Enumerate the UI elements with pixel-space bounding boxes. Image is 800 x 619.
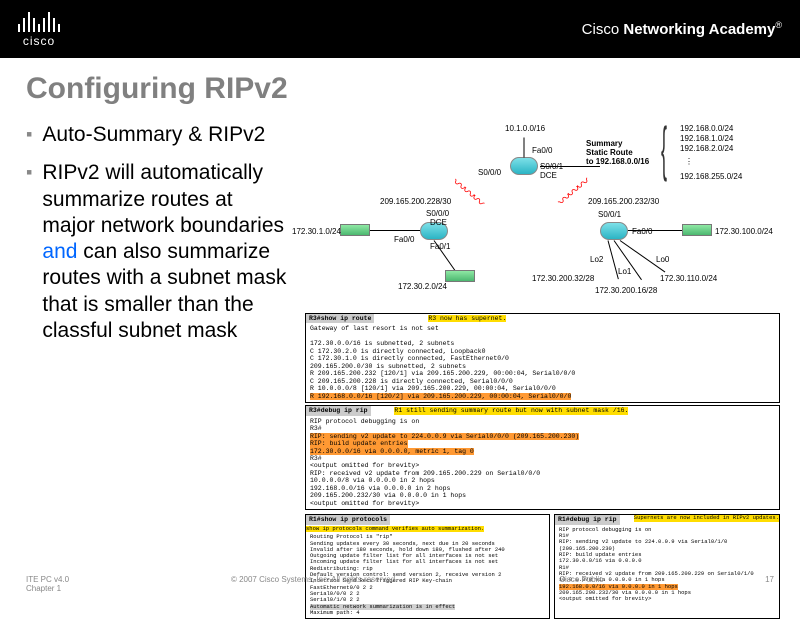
term1-line: Gateway of last resort is not set — [310, 325, 775, 332]
terminal-debug-rip-r1: Supernets are now included in RIPv2 upda… — [554, 514, 780, 619]
label-dce: DCE — [540, 171, 557, 180]
router-r3-icon — [600, 222, 628, 240]
serial-link-left-icon: 〰〰〰 — [448, 173, 488, 211]
bullet-2: ▪ RIPv2 will automatically summarize rou… — [26, 160, 290, 344]
cisco-brand-text: cisco — [23, 34, 55, 48]
term2-line: 192.168.0.0/16 via 0.0.0.0 in 2 hops — [310, 485, 775, 492]
slide-footer: ITE PC v4.0 Chapter 1 © 2007 Cisco Syste… — [0, 575, 800, 594]
term1-cmd: R3#show ip route — [306, 314, 374, 323]
term1-line-hl: R 192.168.0.0/16 [120/2] via 209.165.200… — [310, 393, 571, 400]
slide-header: cisco Cisco Networking Academy® — [0, 0, 800, 58]
term1-line: C 209.165.200.228 is directly connected,… — [310, 378, 775, 385]
bullet-marker-icon: ▪ — [26, 160, 32, 344]
switch-l2-icon — [445, 270, 475, 282]
term1-line: 172.30.0.0/16 is subnetted, 2 subnets — [310, 340, 775, 347]
summary-text: SummaryStatic Routeto 192.168.0.0/16 — [586, 140, 649, 166]
academy-title: Cisco Networking Academy® — [582, 20, 782, 38]
figure-column: 10.1.0.0/16 Fa0/0 S0/0/0 S0/0/1 DCE Summ… — [300, 122, 790, 619]
bullet-1: ▪ Auto-Summary & RIPv2 — [26, 122, 290, 148]
bullet-1-text: Auto-Summary & RIPv2 — [42, 122, 265, 148]
label-net-r1: 192.168.1.0/24 — [680, 134, 733, 143]
label-r3-s001: S0/0/1 — [598, 210, 621, 219]
term3-line-hl: Automatic network summarization is in ef… — [310, 604, 455, 610]
term2-line-hl: RIP: sending v2 update to 224.0.0.9 via … — [310, 433, 579, 440]
slide-title: Configuring RIPv2 — [26, 72, 800, 106]
term2-cmd: R3#debug ip rip — [306, 406, 371, 415]
term3-cmd: R1#show ip protocols — [306, 515, 390, 524]
label-nl2: 172.30.2.0/24 — [398, 282, 447, 291]
term2-line-hl: RIP: build update entries — [310, 440, 408, 447]
term2-line: R3# — [310, 425, 775, 432]
term1-note: R3 now has supernet. — [428, 315, 506, 322]
cisco-logo: cisco — [18, 10, 60, 48]
label-r1-dce: DCE — [430, 218, 447, 227]
term2-line: 209.165.200.232/30 via 0.0.0.0 in 1 hops — [310, 492, 775, 499]
term1-line: C 172.30.1.0 is directly connected, Fast… — [310, 355, 775, 362]
label-linkr: 209.165.200.232/30 — [588, 197, 659, 206]
switch-l1-icon — [340, 224, 370, 236]
label-lo1: Lo1 — [618, 267, 631, 276]
term4-cmd: R1#debug ip rip — [555, 515, 620, 524]
bullet-2-text: RIPv2 will automatically summarize route… — [42, 160, 290, 344]
term4-line: <output omitted for brevity> — [559, 596, 775, 602]
term1-line: R 10.0.0.0/8 [120/1] via 209.165.200.229… — [310, 385, 775, 392]
terminal-debug-rip-r3: R3#debug ip rip R1 still sending summary… — [305, 405, 780, 510]
footer-left: ITE PC v4.0 Chapter 1 — [26, 575, 69, 594]
label-topnet: 10.1.0.0/16 — [505, 124, 545, 133]
label-r1-s000: S0/0/0 — [426, 209, 449, 218]
term1-line: 209.165.200.0/30 is subnetted, 2 subnets — [310, 363, 775, 370]
brace-icon: { — [661, 114, 667, 183]
label-r3-fa00: Fa0/0 — [632, 227, 652, 236]
term2-line: RIP protocol debugging is on — [310, 418, 775, 425]
terminal-show-protocols: R1#show ip protocols show ip protocols c… — [305, 514, 550, 619]
switch-r1-icon — [682, 224, 712, 236]
label-nrlo: 172.30.200.32/28 — [532, 274, 594, 283]
term2-line-hl: 172.30.0.0/16 via 0.0.0.0, metric 1, tag… — [310, 448, 474, 455]
term2-line: 10.0.0.0/8 via 0.0.0.0 in 2 hops — [310, 477, 775, 484]
label-fa00: Fa0/0 — [532, 146, 552, 155]
content-area: ▪ Auto-Summary & RIPv2 ▪ RIPv2 will auto… — [0, 122, 800, 619]
label-nrlo0: 172.30.110.0/24 — [660, 274, 717, 283]
term2-line: RIP: received v2 update from 209.165.200… — [310, 470, 775, 477]
term2-line: R3# — [310, 455, 775, 462]
label-lo0: Lo0 — [656, 255, 669, 264]
label-lo2: Lo2 — [590, 255, 603, 264]
footer-copyright: © 2007 Cisco Systems, Inc. All rights re… — [231, 575, 397, 594]
label-nr1: 172.30.100.0/24 — [715, 227, 773, 236]
footer-public: Cisco Public — [559, 575, 603, 594]
label-nrlo1: 172.30.200.16/28 — [595, 286, 657, 295]
term2-line: <output omitted for brevity> — [310, 462, 775, 469]
term2-line: <output omitted for brevity> — [310, 500, 775, 507]
bullet-marker-icon: ▪ — [26, 122, 32, 148]
term4-note: Supernets are now included in RIPv2 upda… — [634, 515, 779, 521]
term3-line: Maximum path: 4 — [310, 610, 545, 616]
network-diagram: 10.1.0.0/16 Fa0/0 S0/0/0 S0/0/1 DCE Summ… — [300, 122, 780, 307]
label-s000: S0/0/0 — [478, 168, 501, 177]
label-linkl: 209.165.200.228/30 — [380, 197, 451, 206]
router-r2-icon — [510, 157, 538, 175]
label-net-r0: 192.168.0.0/24 — [680, 124, 733, 133]
cisco-bars-icon — [18, 10, 60, 32]
term1-line: R 209.165.200.232 [120/1] via 209.165.20… — [310, 370, 775, 377]
term2-note: R1 still sending summary route but now w… — [394, 407, 628, 414]
label-net-r2: 192.168.2.0/24 — [680, 144, 733, 153]
term3-note: show ip protocols command verifies auto … — [306, 526, 484, 532]
term1-line: C 172.30.2.0 is directly connected, Loop… — [310, 348, 775, 355]
terminal-show-ip-route: R3#show ip route R3 now has supernet. Ga… — [305, 313, 780, 403]
footer-page: 17 — [765, 575, 774, 594]
label-nl1: 172.30.1.0/24 — [292, 227, 341, 236]
label-net-r3: 192.168.255.0/24 — [680, 172, 742, 181]
bullet-column: ▪ Auto-Summary & RIPv2 ▪ RIPv2 will auto… — [0, 122, 300, 619]
label-r1-fa00: Fa0/0 — [394, 235, 414, 244]
